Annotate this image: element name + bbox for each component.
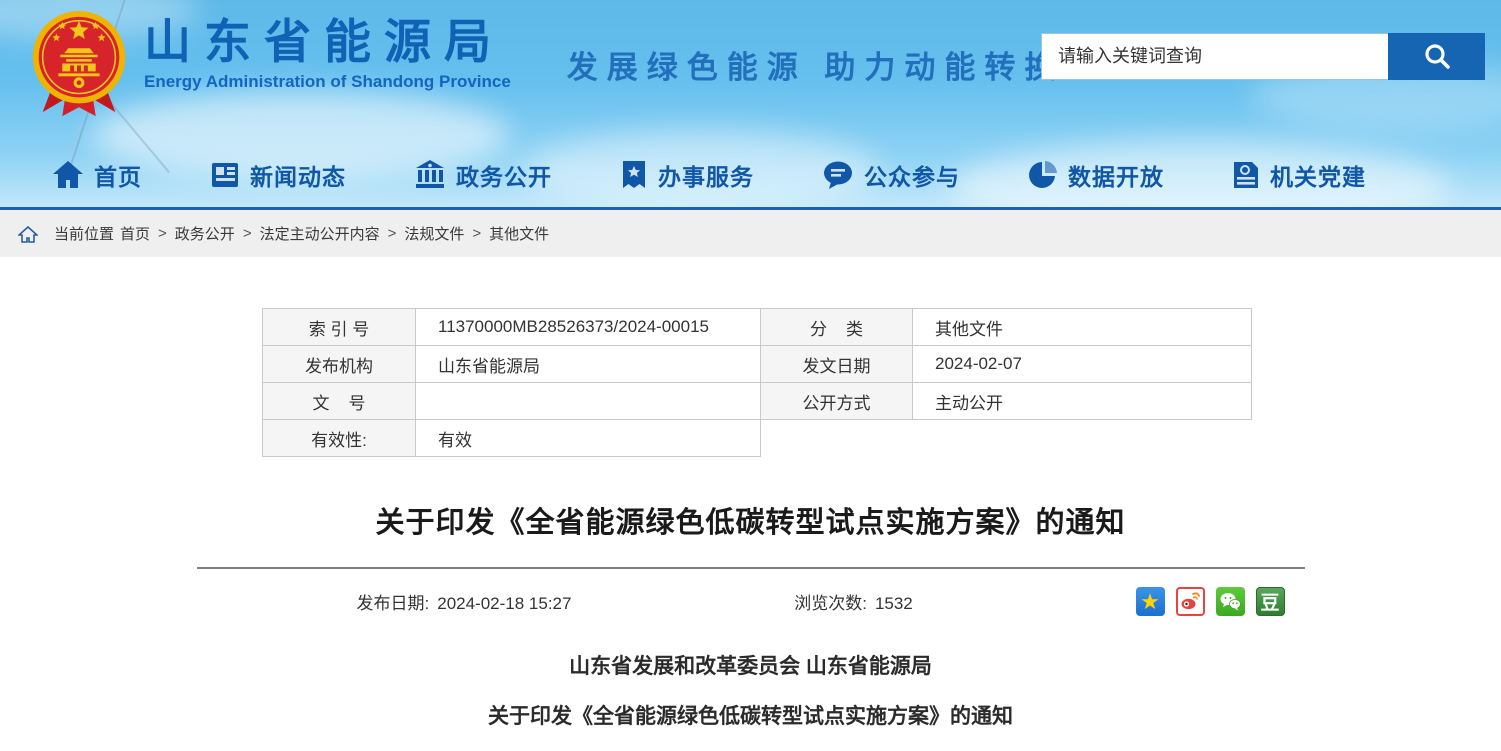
nav-item-services[interactable]: 办事服务 bbox=[620, 158, 754, 192]
breadcrumb-separator: > bbox=[388, 225, 397, 242]
empty-cell bbox=[913, 420, 1252, 457]
main-nav: 首页 新闻动态 政务公开 办事服务 公众参与 bbox=[0, 149, 1501, 207]
nav-item-label: 新闻动态 bbox=[250, 158, 346, 192]
breadcrumb-prefix: 当前位置 bbox=[54, 223, 114, 244]
view-count: 浏览次数: 1532 bbox=[794, 589, 913, 614]
nav-item-home[interactable]: 首页 bbox=[52, 158, 142, 192]
breadcrumb-separator: > bbox=[243, 225, 252, 242]
nav-item-news[interactable]: 新闻动态 bbox=[210, 158, 346, 192]
nav-item-label: 数据开放 bbox=[1068, 158, 1164, 192]
table-row: 索 引 号 11370000MB28526373/2024-00015 分 类 … bbox=[263, 309, 1252, 346]
qzone-share-icon[interactable]: ★ bbox=[1136, 587, 1165, 616]
site-slogan: 发展绿色能源 助力动能转换 bbox=[567, 42, 1065, 87]
nav-item-gov-affairs[interactable]: 政务公开 bbox=[414, 158, 552, 192]
document-info-table: 索 引 号 11370000MB28526373/2024-00015 分 类 … bbox=[262, 308, 1252, 457]
article-page: 索 引 号 11370000MB28526373/2024-00015 分 类 … bbox=[0, 308, 1501, 751]
nav-item-open-data[interactable]: 数据开放 bbox=[1028, 158, 1164, 192]
search-bar bbox=[1041, 33, 1485, 80]
issuing-agency-label: 发布机构 bbox=[263, 346, 416, 383]
nav-item-party-building[interactable]: 机关党建 bbox=[1232, 158, 1366, 192]
government-building-icon bbox=[414, 160, 446, 190]
page-title: 关于印发《全省能源绿色低碳转型试点实施方案》的通知 bbox=[0, 499, 1501, 541]
pie-chart-icon bbox=[1028, 160, 1058, 190]
party-card-icon bbox=[1232, 160, 1260, 190]
news-icon bbox=[210, 161, 240, 189]
validity-label: 有效性: bbox=[263, 420, 416, 457]
chat-bubble-icon bbox=[822, 160, 854, 190]
breadcrumb-home-icon bbox=[18, 225, 38, 243]
breadcrumb-item-other-documents: 其他文件 bbox=[489, 223, 549, 244]
home-icon bbox=[52, 160, 84, 190]
douban-glyph: 豆 bbox=[1260, 588, 1279, 615]
document-number-value bbox=[416, 383, 761, 420]
article-body-title-line: 关于印发《全省能源绿色低碳转型试点实施方案》的通知 bbox=[0, 700, 1501, 730]
publish-date-value: 2024-02-18 15:27 bbox=[437, 594, 571, 613]
badge-star-icon bbox=[620, 160, 648, 190]
site-title: 山东省能源局 bbox=[144, 14, 511, 70]
douban-share-icon[interactable]: 豆 bbox=[1256, 587, 1285, 616]
nav-item-label: 办事服务 bbox=[658, 158, 754, 192]
publish-date: 发布日期: 2024-02-18 15:27 bbox=[357, 589, 572, 614]
table-row: 文 号 公开方式 主动公开 bbox=[263, 383, 1252, 420]
breadcrumb-item-home[interactable]: 首页 bbox=[120, 223, 150, 244]
breadcrumb-separator: > bbox=[158, 225, 167, 242]
qzone-star-glyph: ★ bbox=[1140, 591, 1160, 613]
breadcrumb-item-regulations[interactable]: 法规文件 bbox=[404, 223, 464, 244]
validity-value: 有效 bbox=[416, 420, 761, 457]
article-meta-row: 发布日期: 2024-02-18 15:27 浏览次数: 1532 ★ bbox=[197, 587, 1305, 616]
table-row: 有效性: 有效 bbox=[263, 420, 1252, 457]
view-count-value: 1532 bbox=[875, 594, 913, 613]
article-body-org-line: 山东省发展和改革委员会 山东省能源局 bbox=[0, 650, 1501, 680]
empty-cell bbox=[761, 420, 913, 457]
breadcrumb-item-statutory-disclosure[interactable]: 法定主动公开内容 bbox=[260, 223, 380, 244]
site-title-english: Energy Administration of Shandong Provin… bbox=[144, 72, 511, 92]
publicity-method-value: 主动公开 bbox=[913, 383, 1252, 420]
site-header: 山东省能源局 Energy Administration of Shandong… bbox=[0, 0, 1501, 210]
category-label: 分 类 bbox=[761, 309, 913, 346]
nav-item-label: 政务公开 bbox=[456, 158, 552, 192]
wechat-share-icon[interactable] bbox=[1216, 587, 1245, 616]
breadcrumb-item-gov-affairs[interactable]: 政务公开 bbox=[175, 223, 235, 244]
breadcrumb-separator: > bbox=[472, 225, 481, 242]
document-number-label: 文 号 bbox=[263, 383, 416, 420]
category-value: 其他文件 bbox=[913, 309, 1252, 346]
search-button[interactable] bbox=[1388, 33, 1485, 80]
table-row: 发布机构 山东省能源局 发文日期 2024-02-07 bbox=[263, 346, 1252, 383]
share-buttons: ★ 豆 bbox=[1136, 587, 1285, 616]
search-input[interactable] bbox=[1041, 33, 1388, 80]
national-emblem-logo bbox=[28, 8, 130, 122]
weibo-share-icon[interactable] bbox=[1176, 587, 1205, 616]
nav-item-label: 首页 bbox=[94, 158, 142, 192]
issue-date-label: 发文日期 bbox=[761, 346, 913, 383]
search-icon bbox=[1422, 42, 1452, 72]
issuing-agency-value: 山东省能源局 bbox=[416, 346, 761, 383]
index-number-value: 11370000MB28526373/2024-00015 bbox=[416, 309, 761, 346]
breadcrumb: 当前位置 首页 > 政务公开 > 法定主动公开内容 > 法规文件 > 其他文件 bbox=[0, 210, 1501, 257]
title-divider bbox=[197, 567, 1305, 569]
issue-date-value: 2024-02-07 bbox=[913, 346, 1252, 383]
index-number-label: 索 引 号 bbox=[263, 309, 416, 346]
view-count-label: 浏览次数: bbox=[794, 594, 867, 613]
nav-item-public-participation[interactable]: 公众参与 bbox=[822, 158, 960, 192]
publicity-method-label: 公开方式 bbox=[761, 383, 913, 420]
nav-item-label: 机关党建 bbox=[1270, 158, 1366, 192]
nav-item-label: 公众参与 bbox=[864, 158, 960, 192]
publish-date-label: 发布日期: bbox=[357, 594, 430, 613]
